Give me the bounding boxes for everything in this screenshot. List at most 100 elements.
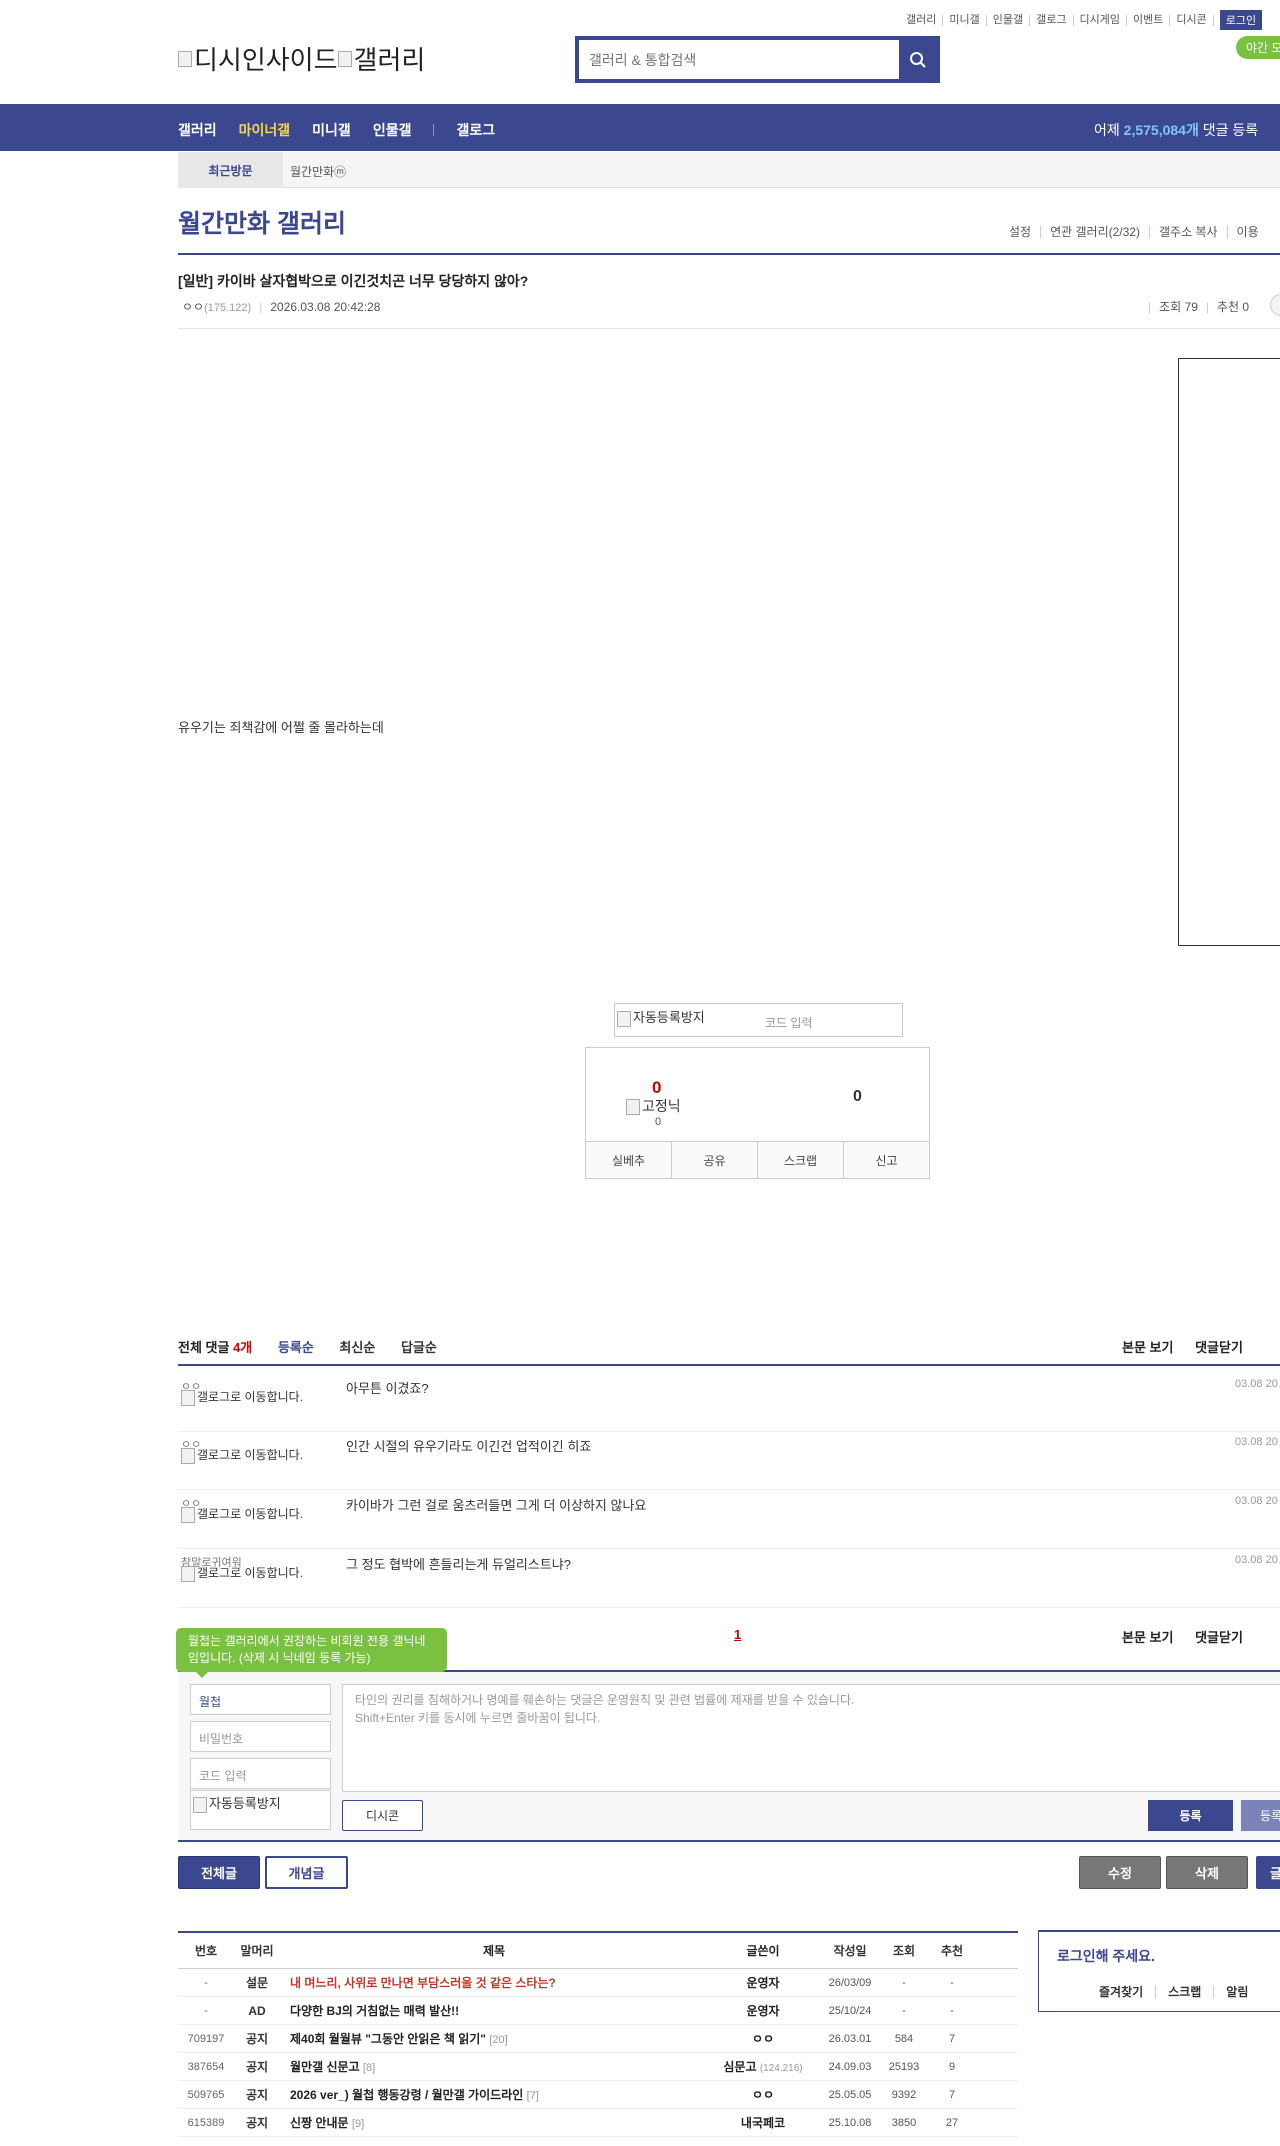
share-button[interactable]: 공유 [672,1142,758,1178]
global-nav: 갤러리 마이너갤 미니갤 인물갤 갤로그 어제 2,575,084개 댓글 등록 [0,104,1280,151]
row-reply-count[interactable]: [7] [527,2090,539,2102]
gnb-minor-gallery[interactable]: 마이너갤 [239,120,291,140]
recommend-captcha: 자동등록방지 코드 입력 [614,1003,903,1037]
comment-date: 03.08 20 [1235,1436,1278,1448]
comment-page-1[interactable]: 1 [734,1627,741,1642]
view-post-link[interactable]: 본문 보기 [1122,1340,1173,1355]
row-recommend: 7 [948,2032,956,2045]
row-reply-count[interactable]: [8] [363,2062,375,2074]
top-link-gallery[interactable]: 갤러리 [900,14,944,26]
register-comment-button[interactable]: 등록 [1148,1800,1233,1831]
related-galleries[interactable]: 연관 갤러리(2/32) [1040,226,1149,238]
row-title-text: 2026 ver_) 월첩 행동강령 / 월만갤 가이드라인 [290,2088,524,2102]
row-title[interactable]: 내 며느리, 사위로 만나면 부담스러울 것 같은 스타는? [280,1974,708,1991]
galog-link[interactable]: 갤로그로 이동합니다. [181,1507,311,1523]
gallery-menu: 설정 연관 갤러리(2/32) 갤주소 복사 이용 [1000,226,1268,238]
row-title[interactable]: 제40회 월월뷰 "그동안 안읽은 책 읽기" [20] [280,2030,708,2047]
concept-posts-button[interactable]: 개념글 [265,1856,348,1889]
best-recommend-button[interactable]: 실베추 [586,1142,672,1178]
row-writer[interactable]: ㅇㅇ [708,2086,818,2103]
top-link-mini[interactable]: 미니갤 [943,14,987,26]
gnb-gallery[interactable]: 갤러리 [178,120,217,140]
row-writer[interactable]: 내국페코 [708,2114,818,2131]
table-row[interactable]: 615389 공지 신짱 안내문 [9] 내국페코 25.10.08 3850 … [178,2109,1018,2137]
captcha-input[interactable]: 코드 입력 [765,1014,813,1031]
galog-link[interactable]: 갤로그로 이동합니다. [181,1390,311,1406]
fixed-nick-upvote-button[interactable]: 고정닉 [626,1096,681,1116]
row-writer[interactable]: ㅇㅇ [708,2030,818,2047]
table-row[interactable]: 509765 공지 2026 ver_) 월첩 행동강령 / 월만갤 가이드라인… [178,2081,1018,2109]
galog-link[interactable]: 갤로그로 이동합니다. [181,1448,311,1464]
top-link-event[interactable]: 이벤트 [1127,14,1171,26]
stats-count: 2,575,084개 [1123,122,1199,138]
gallery-usage[interactable]: 이용 [1226,226,1268,238]
close-comments-link-bottom[interactable]: 댓글닫기 [1195,1630,1243,1645]
gallery-settings[interactable]: 설정 [1000,226,1040,238]
comment-total-count: 4개 [233,1340,253,1355]
recent-visit-item[interactable]: 월간만화ⓜ [290,163,346,180]
gnb-mini-gallery[interactable]: 미니갤 [312,120,351,140]
row-writer[interactable]: 운영자 [708,2002,818,2019]
scrap-button[interactable]: 스크랩 [758,1142,844,1178]
all-posts-button[interactable]: 전체글 [178,1856,260,1889]
row-subject: 공지 [245,2060,269,2074]
login-prompt[interactable]: 로그인해 주세요. [1057,1946,1155,1966]
captcha-image: 자동등록방지 [617,1007,705,1027]
sort-by-latest[interactable]: 최신순 [339,1340,375,1355]
row-reply-count[interactable]: [20] [489,2034,507,2046]
row-date: 26.03.01 [828,2032,872,2045]
notification-link[interactable]: 알림 [1213,1986,1260,1998]
top-link-dccon[interactable]: 디시콘 [1170,14,1214,26]
table-row[interactable]: - 설문 내 며느리, 사위로 만나면 부담스러울 것 같은 스타는? 운영자 … [178,1969,1018,1997]
row-writer[interactable]: 운영자 [708,1974,818,1991]
view-post-link-bottom[interactable]: 본문 보기 [1122,1630,1173,1645]
row-writer[interactable]: 심문고 (124.216) [708,2058,818,2075]
search-button[interactable] [899,40,936,79]
search-input[interactable] [579,40,899,79]
broken-image-icon [337,50,352,67]
top-link-person[interactable]: 인물갤 [987,14,1031,26]
comment-textarea[interactable]: 타인의 권리를 침해하거나 명예를 훼손하는 댓글은 운영원칙 및 관련 법률에… [342,1684,1280,1792]
post-stats: | 조회 79 | 추천 0 [1148,300,1250,314]
row-title[interactable]: 월만갤 신문고 [8] [280,2058,708,2075]
site-logo[interactable]: 디시인사이드 갤러리 [178,40,425,77]
row-title[interactable]: 신짱 안내문 [9] [280,2114,708,2131]
gnb-divider [433,124,435,136]
delete-button[interactable]: 삭제 [1166,1856,1248,1889]
divider [178,253,1280,255]
post-date: 2026.03.08 20:42:28 [270,300,381,314]
nickname-field[interactable]: 월첩 [190,1684,331,1715]
dccon-button[interactable]: 디시콘 [342,1800,423,1831]
edit-button[interactable]: 수정 [1079,1856,1161,1889]
table-row[interactable]: 387654 공지 월만갤 신문고 [8] 심문고 (124.216) 24.0… [178,2053,1018,2081]
sort-by-replies[interactable]: 답글순 [401,1340,437,1355]
row-title[interactable]: 다양한 BJ의 거침없는 매력 발산!! [280,2002,708,2019]
scrap-link[interactable]: 스크랩 [1155,1986,1213,1998]
post-author[interactable]: ㅇㅇ [182,300,204,314]
row-title[interactable]: 2026 ver_) 월첩 행동강령 / 월만갤 가이드라인 [7] [280,2086,708,2103]
top-link-galog[interactable]: 갤로그 [1030,14,1074,26]
copy-gallery-address[interactable]: 갤주소 복사 [1148,226,1227,238]
gnb-person-gallery[interactable]: 인물갤 [373,120,412,140]
row-writer-nick: ㅇㅇ [751,2032,775,2046]
galog-link[interactable]: 갤로그로 이동합니다. [181,1566,311,1582]
fixed-nick-count: 0 [655,1116,662,1128]
row-reply-count[interactable]: [9] [352,2118,364,2130]
close-comments-link[interactable]: 댓글닫기 [1195,1340,1243,1355]
textarea-notice-line-1: 타인의 권리를 침해하거나 명예를 훼손하는 댓글은 운영원칙 및 관련 법률에… [355,1693,855,1707]
favorites-link[interactable]: 즐겨찾기 [1087,1986,1155,1998]
sort-by-registration[interactable]: 등록순 [278,1340,314,1355]
top-link-dcgame[interactable]: 디시게임 [1074,14,1127,26]
code-input-field[interactable]: 코드 입력 [190,1758,331,1789]
gnb-galog[interactable]: 갤로그 [456,120,495,140]
night-mode-toggle[interactable]: 야간 모 [1236,36,1280,59]
table-row[interactable]: - AD 다양한 BJ의 거침없는 매력 발산!! 운영자 25/10/24 -… [178,1997,1018,2025]
post-option-button[interactable] [1270,294,1280,316]
login-button[interactable]: 로그인 [1219,10,1263,30]
register-dccon-button[interactable]: 등록 [1241,1800,1280,1831]
table-row[interactable]: 709197 공지 제40회 월월뷰 "그동안 안읽은 책 읽기" [20] ㅇ… [178,2025,1018,2053]
gallery-title[interactable]: 월간만화 갤러리 [178,204,346,240]
report-button[interactable]: 신고 [844,1142,929,1178]
password-field[interactable]: 비밀번호 [190,1721,331,1752]
write-button[interactable]: 글 [1256,1856,1280,1889]
